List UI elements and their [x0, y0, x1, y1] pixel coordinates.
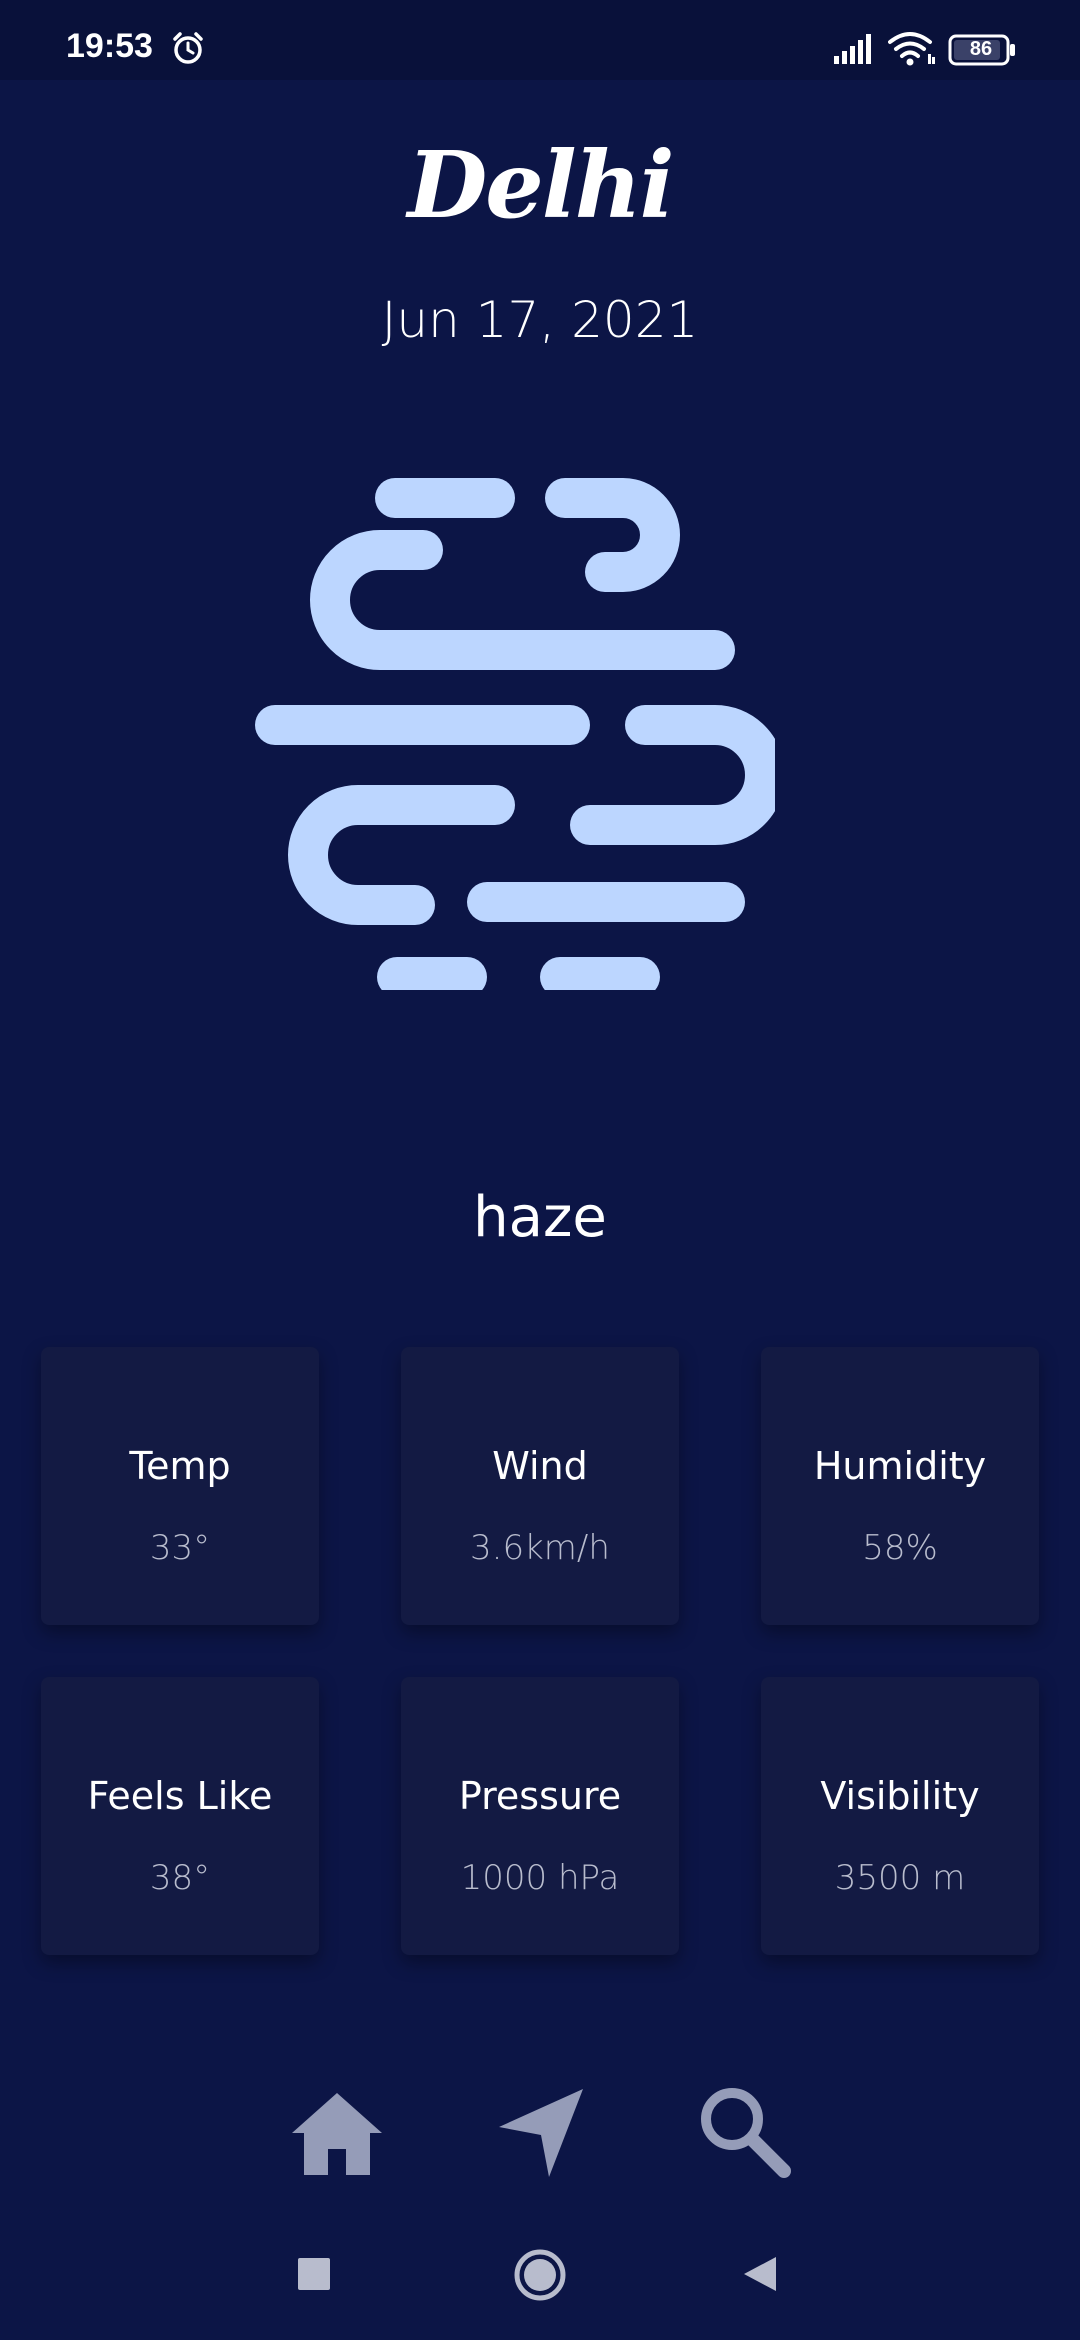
haze-icon [255, 478, 775, 990]
wifi-icon [888, 32, 935, 66]
stat-card-temp: Temp 33° [41, 1347, 319, 1625]
stat-label: Visibility [820, 1774, 980, 1818]
status-bar: 19:53 86 [0, 0, 1080, 80]
search-icon [701, 2088, 791, 2178]
weather-screen: 19:53 86 Delhi Jun 17, 2021 haze Temp 33… [0, 0, 1080, 2340]
stat-label: Pressure [458, 1774, 622, 1818]
battery-icon: 86 [948, 34, 1018, 66]
stat-card-humidity: Humidity 58% [761, 1347, 1039, 1625]
stat-value: 1000 hPa [460, 1858, 620, 1898]
stat-label: Humidity [813, 1444, 987, 1488]
stat-value: 33° [149, 1528, 211, 1568]
stat-label: Feels Like [87, 1774, 273, 1818]
stat-value: 38° [149, 1858, 211, 1898]
current-date: Jun 17, 2021 [381, 291, 699, 349]
city-name: Delhi [407, 131, 674, 239]
recents-button[interactable] [296, 2256, 332, 2292]
signal-icon [834, 34, 871, 64]
status-time: 19:53 [66, 27, 153, 65]
stat-card-wind: Wind 3.6km/h [401, 1347, 679, 1625]
stat-label: Wind [492, 1444, 588, 1488]
circle-icon [514, 2249, 566, 2301]
stat-card-visibility: Visibility 3500 m [761, 1677, 1039, 1955]
home-button[interactable] [513, 2248, 567, 2302]
alarm-icon [173, 32, 203, 64]
battery-level: 86 [969, 38, 993, 60]
stat-card-feels-like: Feels Like 38° [41, 1677, 319, 1955]
location-arrow-icon [499, 2089, 583, 2177]
nav-search-button[interactable] [688, 2075, 798, 2185]
square-icon [298, 2258, 330, 2290]
home-icon [292, 2093, 382, 2175]
stat-label: Temp [129, 1444, 231, 1488]
stat-card-pressure: Pressure 1000 hPa [401, 1677, 679, 1955]
stat-value: 58% [862, 1528, 938, 1568]
nav-location-button[interactable] [485, 2075, 595, 2185]
back-triangle-icon [744, 2257, 776, 2291]
stat-value: 3500 m [834, 1858, 966, 1898]
back-button[interactable] [740, 2254, 780, 2294]
weather-condition: haze [473, 1185, 607, 1250]
stat-value: 3.6km/h [470, 1528, 610, 1568]
nav-home-button[interactable] [282, 2075, 392, 2185]
